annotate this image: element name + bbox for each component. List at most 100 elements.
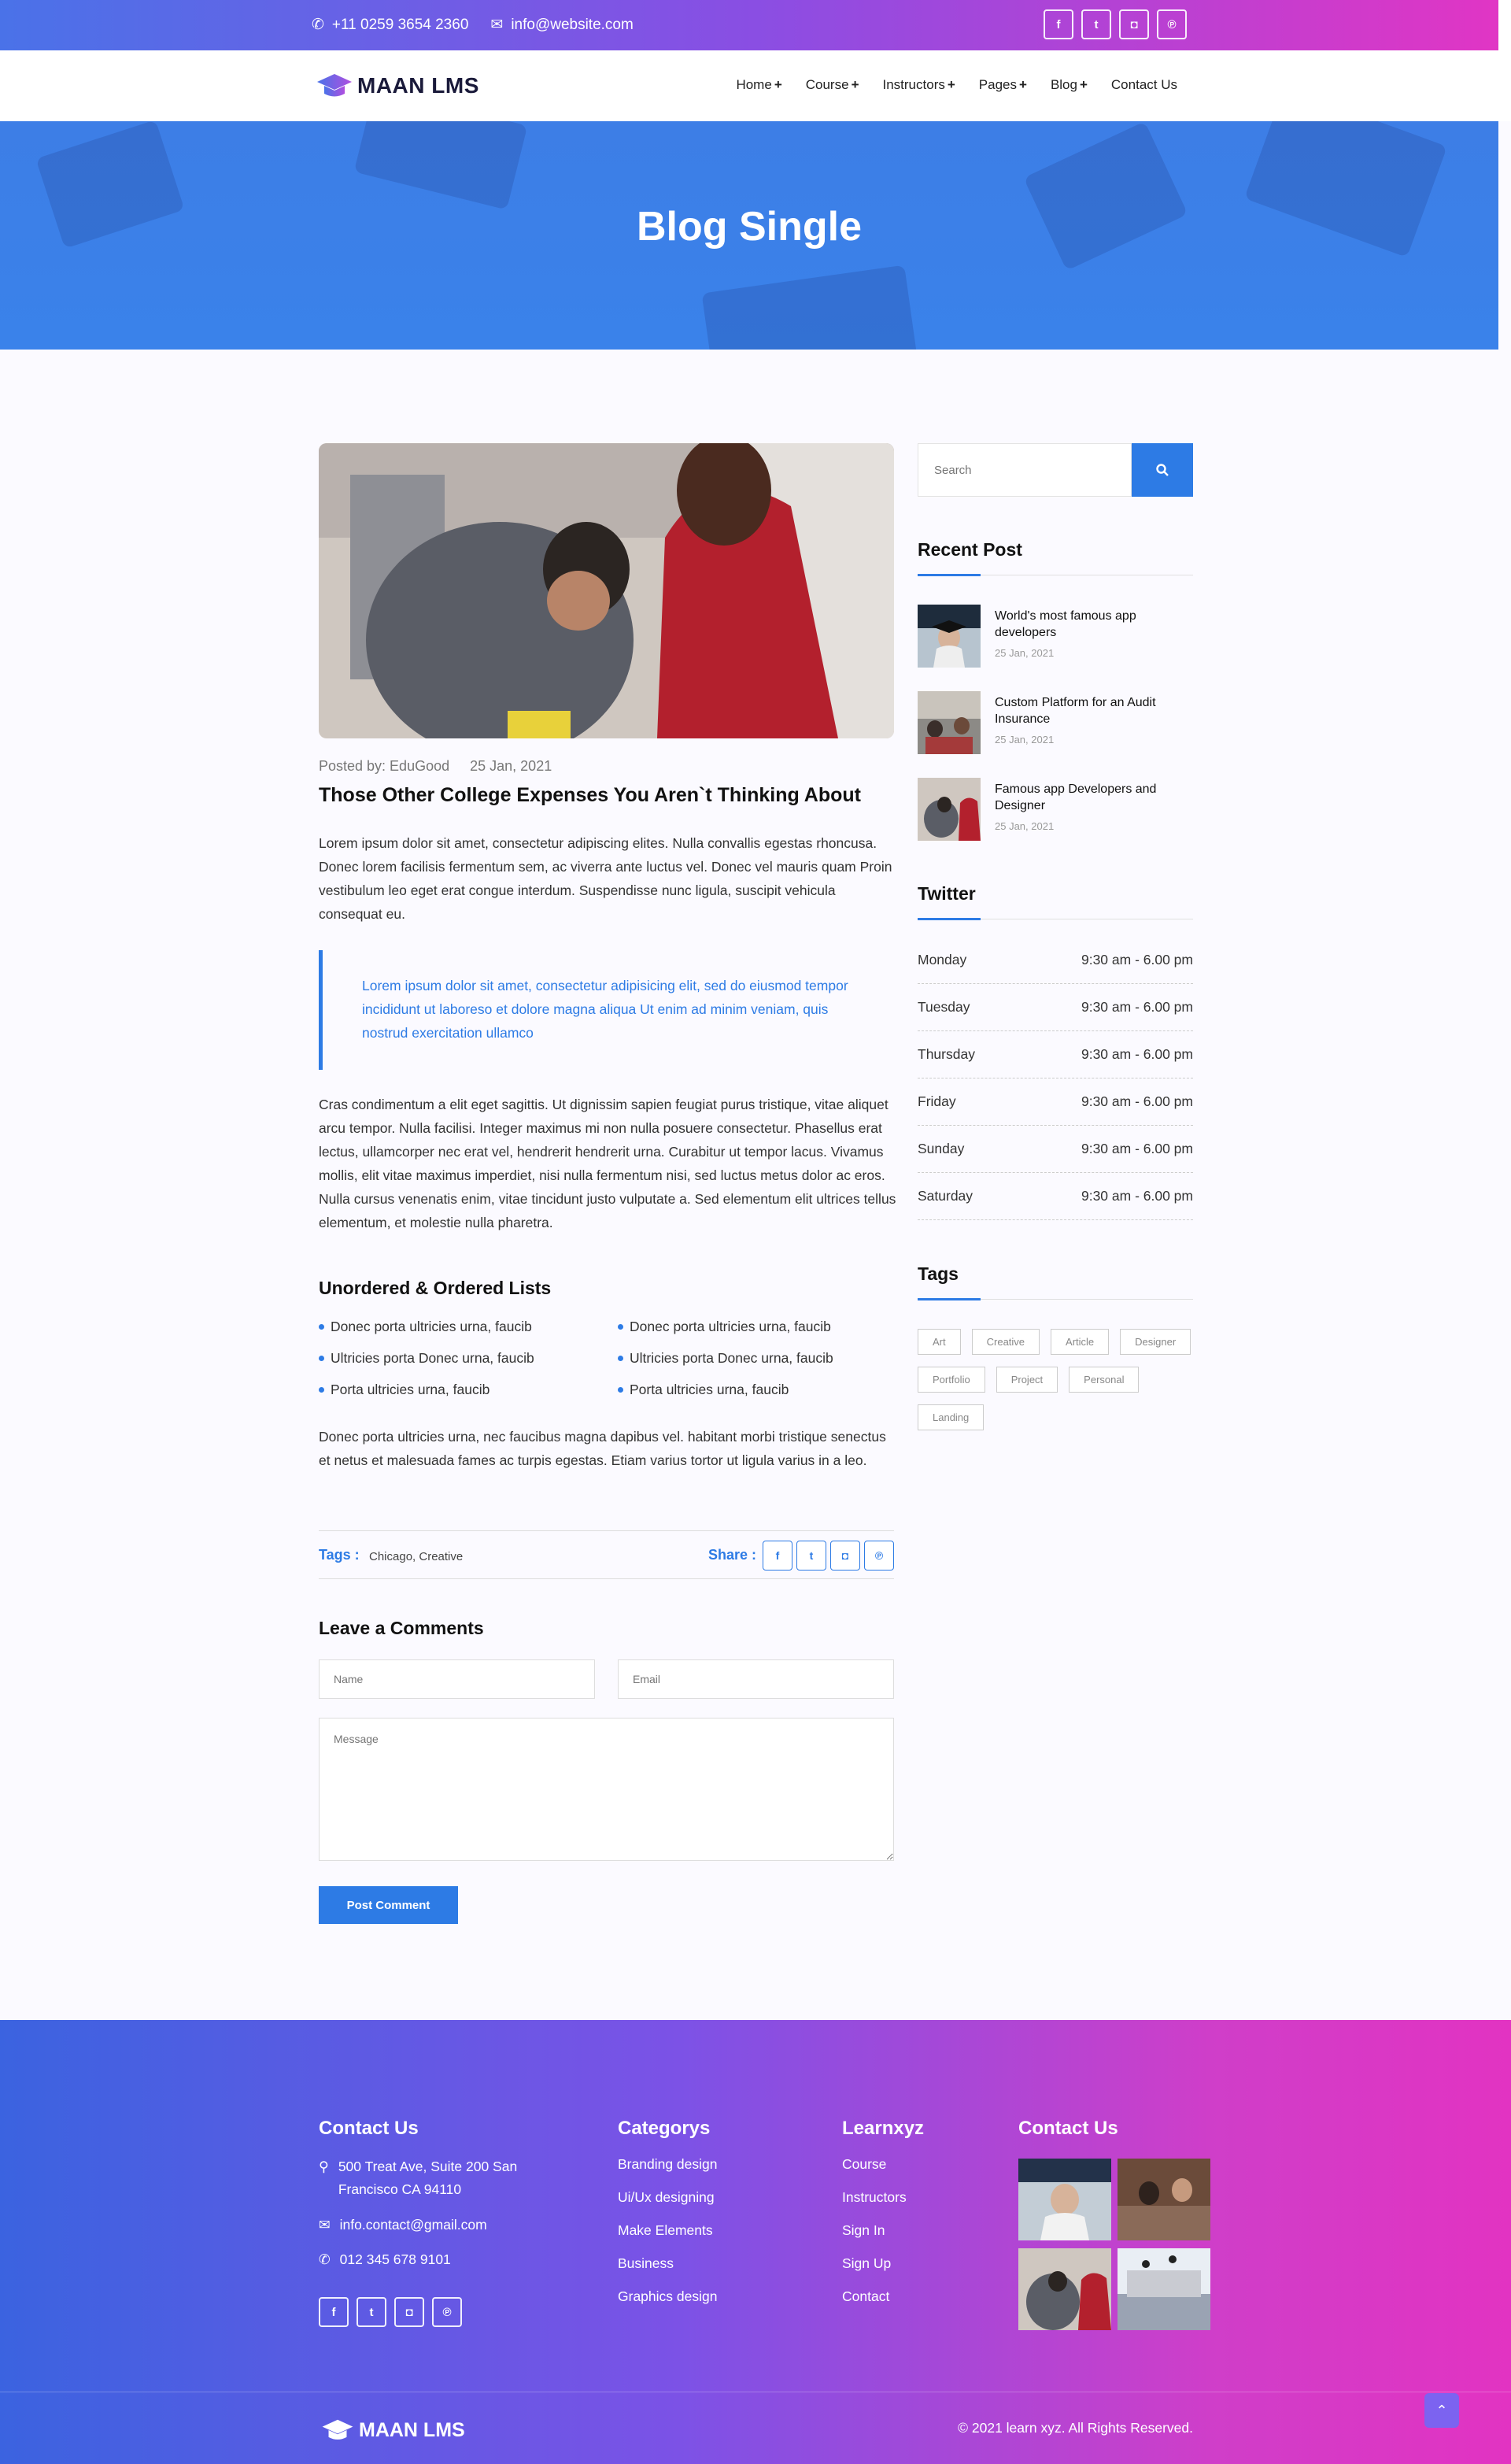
list-item: Ultricies porta Donec urna, faucib (618, 1346, 897, 1370)
page-hero: Blog Single (0, 121, 1498, 350)
main-navbar: MAAN LMS Home + Course + Instructors + Page… (0, 50, 1498, 121)
footer-email-text: info.contact@gmail.com (339, 2217, 487, 2233)
footer-phone[interactable]: ✆ 012 345 678 9101 (319, 2248, 451, 2271)
footer-email[interactable]: ✉ info.contact@gmail.com (319, 2214, 487, 2236)
top-phone[interactable]: ✆ +11 0259 3654 2360 (312, 16, 468, 34)
facebook-icon[interactable]: f (319, 2297, 349, 2327)
sidebar-search (918, 443, 1193, 497)
footer-link[interactable]: Graphics design (618, 2280, 717, 2313)
search-button[interactable] (1132, 443, 1193, 497)
footer-link[interactable]: Instructors (842, 2181, 907, 2214)
gallery-image[interactable] (1118, 2159, 1210, 2240)
pinterest-icon[interactable]: ℗ (432, 2297, 462, 2327)
facebook-icon[interactable]: f (1044, 9, 1073, 39)
comment-email-input[interactable] (618, 1659, 894, 1699)
footer-link[interactable]: Branding design (618, 2148, 717, 2181)
menu-item-contact[interactable]: Contact Us (1111, 77, 1177, 93)
menu-item-blog[interactable]: Blog + (1051, 77, 1088, 93)
location-pin-icon: ⚲ (319, 2159, 329, 2174)
page-scrollbar-track[interactable] (1498, 0, 1511, 121)
instagram-icon[interactable]: ◘ (830, 1541, 860, 1571)
recent-post-title[interactable]: World's most famous app developers (995, 608, 1191, 641)
pinterest-icon[interactable]: ℗ (1157, 9, 1187, 39)
share-icons: f t ◘ ℗ (763, 1541, 894, 1571)
brand-logo[interactable]: MAAN LMS (316, 72, 479, 99)
footer-contact-heading: Contact Us (319, 2118, 419, 2139)
recent-post-item[interactable]: Famous app Developers and Designer 25 Ja… (918, 778, 1193, 842)
comment-message-input[interactable] (319, 1718, 894, 1861)
instagram-icon[interactable]: ◘ (1119, 9, 1149, 39)
recent-thumb-image (918, 605, 981, 668)
lists-heading: Unordered & Ordered Lists (319, 1278, 552, 1298)
scroll-to-top-button[interactable]: ⌃ (1424, 2393, 1459, 2428)
tag-chip[interactable]: Landing (918, 1404, 985, 1430)
list-item: Donec porta ultricies urna, faucib (618, 1315, 897, 1338)
menu-item-pages[interactable]: Pages + (979, 77, 1027, 93)
footer-link[interactable]: Sign Up (842, 2247, 907, 2280)
menu-item-instructors[interactable]: Instructors + (883, 77, 955, 93)
post-lists: Donec porta ultricies urna, faucib Donec… (319, 1315, 897, 1401)
hours-row: Tuesday 9:30 am - 6.00 pm (918, 984, 1193, 1031)
tag-chip[interactable]: Designer (1120, 1329, 1191, 1355)
footer-address: ⚲ 500 Treat Ave, Suite 200 San Francisco… (319, 2155, 555, 2201)
main-menu: Home + Course + Instructors + Pages + Blog + … (736, 77, 1177, 93)
list-item: Ultricies porta Donec urna, faucib (319, 1346, 618, 1370)
footer-logo[interactable]: MAAN LMS (321, 2418, 465, 2442)
footer-link[interactable]: Contact (842, 2280, 907, 2313)
plus-icon: + (947, 77, 955, 92)
mail-icon: ✉ (319, 2217, 331, 2233)
footer-link[interactable]: Business (618, 2247, 717, 2280)
tag-chip[interactable]: Creative (971, 1329, 1040, 1355)
tag-chip[interactable]: Project (996, 1367, 1058, 1393)
gallery-image[interactable] (1018, 2248, 1111, 2330)
top-phone-text: +11 0259 3654 2360 (331, 16, 469, 33)
post-author[interactable]: Posted by: EduGood (319, 758, 449, 775)
page-title: Blog Single (637, 204, 862, 250)
footer-link[interactable]: Make Elements (618, 2214, 717, 2247)
facebook-icon[interactable]: f (763, 1541, 792, 1571)
recent-post-item[interactable]: World's most famous app developers 25 Ja… (918, 605, 1193, 669)
tag-chip[interactable]: Article (1051, 1329, 1110, 1355)
tag-chip[interactable]: Personal (1069, 1367, 1140, 1393)
recent-post-title[interactable]: Custom Platform for an Audit Insurance (995, 694, 1191, 727)
comment-name-input[interactable] (319, 1659, 595, 1699)
post-intro: Lorem ipsum dolor sit amet, consectetur … (319, 835, 892, 922)
post-meta: Posted by: EduGood 25 Jan, 2021 (319, 758, 552, 775)
twitter-icon[interactable]: t (1081, 9, 1111, 39)
menu-label: Blog (1050, 77, 1077, 92)
footer-address-text: 500 Treat Ave, Suite 200 San Francisco C… (338, 2159, 518, 2197)
recent-post-title[interactable]: Famous app Developers and Designer (995, 781, 1191, 814)
recent-post-thumbnail[interactable] (918, 778, 981, 841)
post-comment-button[interactable]: Post Comment (319, 1886, 458, 1924)
gallery-image[interactable] (1118, 2248, 1210, 2330)
list-item: Porta ultricies urna, faucib (319, 1378, 618, 1401)
footer-link[interactable]: Ui/Ux designing (618, 2181, 717, 2214)
footer-link[interactable]: Sign In (842, 2214, 907, 2247)
recent-post-item[interactable]: Custom Platform for an Audit Insurance 2… (918, 691, 1193, 756)
top-bar: ✆ +11 0259 3654 2360 ✉ info@website.com … (0, 0, 1511, 50)
twitter-icon[interactable]: t (796, 1541, 826, 1571)
gallery-image[interactable] (1018, 2159, 1111, 2240)
recent-post-thumbnail[interactable] (918, 691, 981, 754)
tag-chip[interactable]: Art (918, 1329, 961, 1355)
instagram-icon[interactable]: ◘ (394, 2297, 424, 2327)
tag-chip[interactable]: Portfolio (918, 1367, 985, 1393)
footer-categories-heading: Categorys (618, 2118, 711, 2139)
menu-label: Course (805, 77, 849, 92)
hours-time: 9:30 am - 6.00 pm (1081, 1188, 1193, 1204)
post-tags[interactable]: Chicago, Creative (369, 1550, 463, 1563)
recent-post-thumbnail[interactable] (918, 605, 981, 668)
hours-time: 9:30 am - 6.00 pm (1081, 1046, 1193, 1062)
menu-item-home[interactable]: Home + (736, 77, 781, 93)
menu-item-course[interactable]: Course + (806, 77, 859, 93)
footer-socials: f t ◘ ℗ (319, 2297, 462, 2327)
recent-thumb-image (918, 691, 981, 754)
footer-link[interactable]: Course (842, 2148, 907, 2181)
twitter-icon[interactable]: t (357, 2297, 386, 2327)
plus-icon: + (851, 77, 859, 92)
pinterest-icon[interactable]: ℗ (864, 1541, 894, 1571)
top-email[interactable]: ✉ info@website.com (490, 16, 633, 34)
search-input[interactable] (918, 443, 1132, 497)
brand-name: MAAN LMS (357, 73, 479, 98)
chevron-up-icon: ⌃ (1435, 2402, 1448, 2418)
